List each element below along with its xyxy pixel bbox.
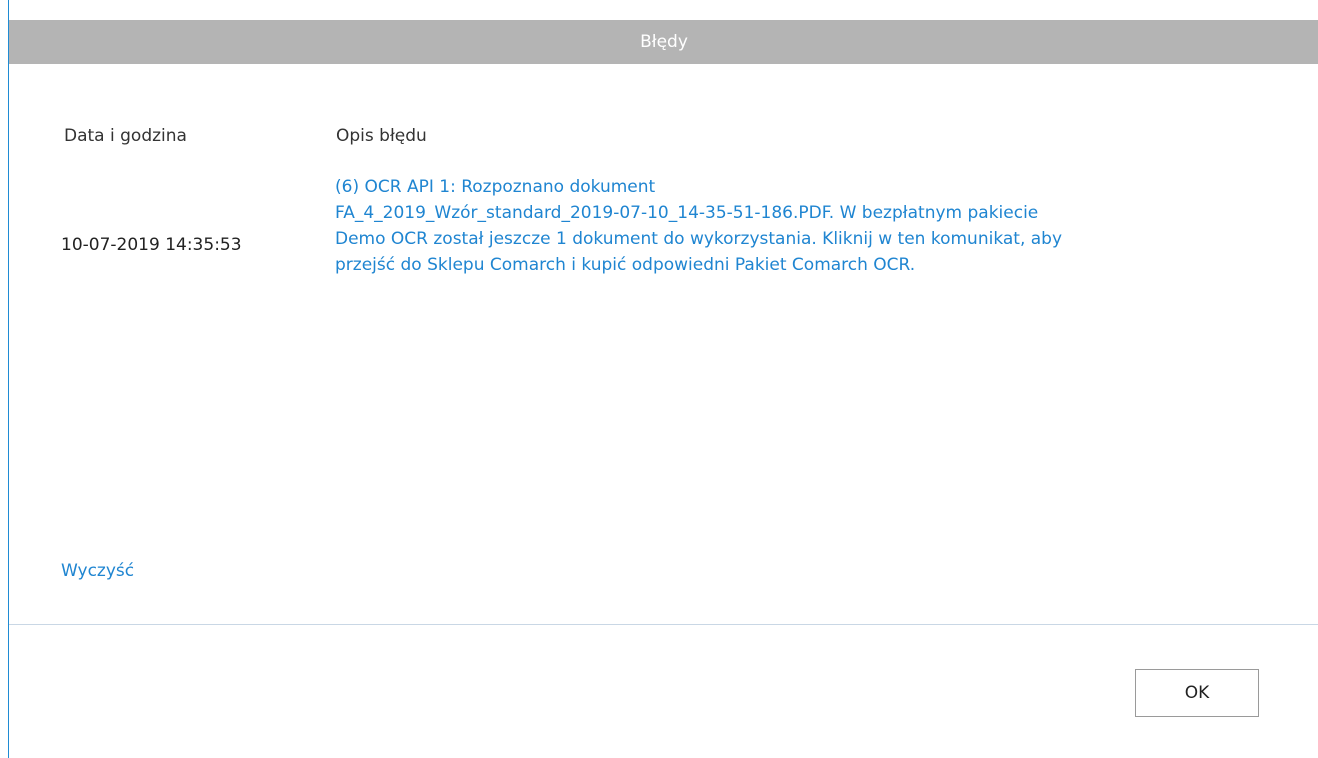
description-line: przejść do Sklepu Comarch i kupić odpowi…: [335, 255, 916, 275]
footer-divider: [9, 624, 1318, 625]
errors-dialog: Błędy Data i godzina Opis błędu 10-07-20…: [8, 0, 1318, 758]
dialog-title: Błędy: [9, 20, 1318, 64]
error-row-description-link[interactable]: (6) OCR API 1: Rozpoznano dokument FA_4_…: [335, 174, 1265, 278]
description-line: (6) OCR API 1: Rozpoznano dokument: [335, 177, 656, 197]
ok-button[interactable]: OK: [1135, 669, 1259, 717]
clear-link[interactable]: Wyczyść: [61, 561, 134, 581]
description-line: FA_4_2019_Wzór_standard_2019-07-10_14-35…: [335, 203, 1039, 223]
description-line: Demo OCR został jeszcze 1 dokument do wy…: [335, 229, 1063, 249]
column-header-datetime[interactable]: Data i godzina: [64, 126, 187, 146]
column-header-description[interactable]: Opis błędu: [336, 126, 427, 146]
error-row-datetime: 10-07-2019 14:35:53: [61, 235, 242, 255]
